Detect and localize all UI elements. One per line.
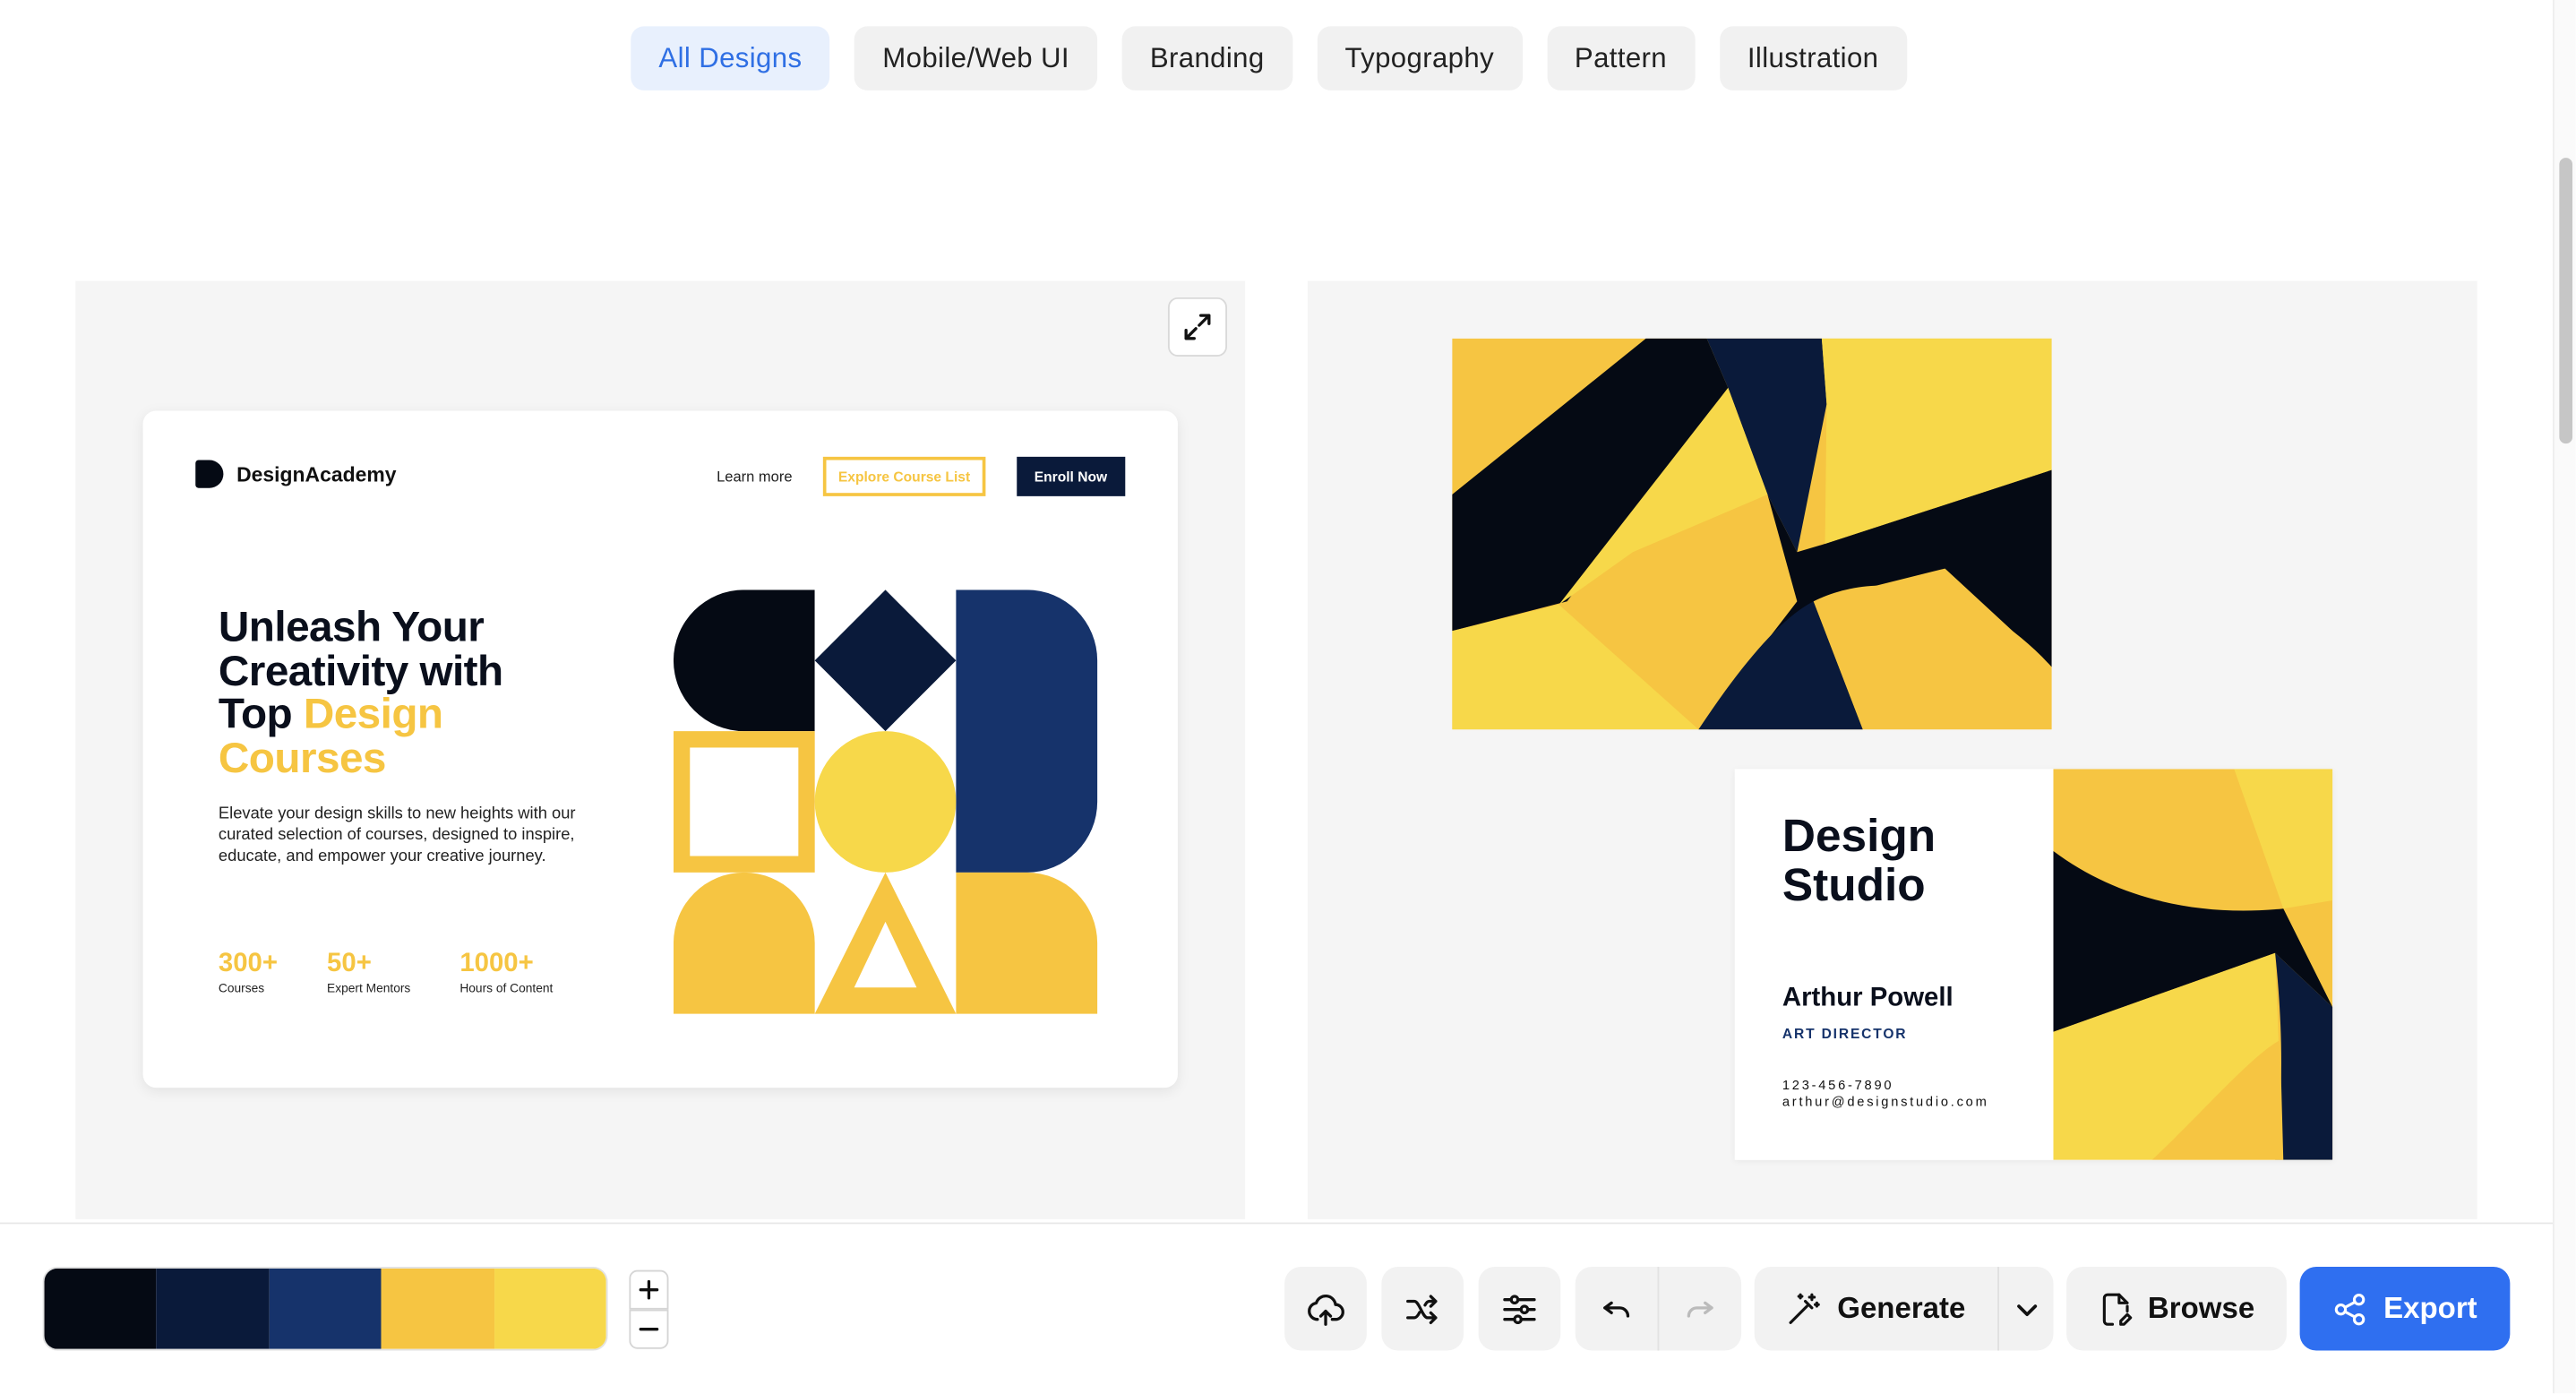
filter-illustration[interactable]: Illustration [1719, 26, 1907, 90]
stat-mentors: 50+ Expert Mentors [327, 950, 410, 995]
app-stage: All Designs Mobile/Web UI Branding Typog… [0, 0, 2576, 1394]
plus-icon [639, 1279, 659, 1300]
color-palette[interactable] [42, 1267, 608, 1351]
card-title: Design Studio [1782, 810, 2045, 911]
card-title-line-2: Studio [1782, 859, 1926, 911]
logo-mark-icon [195, 460, 224, 488]
filter-all-designs[interactable]: All Designs [631, 26, 830, 90]
expand-button[interactable] [1167, 297, 1227, 357]
landing-stats: 300+ Courses 50+ Expert Mentors 1000+ Ho… [219, 950, 553, 995]
browse-label: Browse [2147, 1291, 2255, 1325]
palette-swatch-1[interactable] [44, 1268, 157, 1349]
landing-description: Elevate your design skills to new height… [218, 805, 576, 865]
stat-label: Expert Mentors [327, 980, 411, 996]
cloud-upload-icon [1308, 1294, 1344, 1325]
document-icon [2103, 1292, 2134, 1325]
share-icon [2334, 1293, 2366, 1325]
palette-swatch-2[interactable] [156, 1268, 270, 1349]
filter-branding[interactable]: Branding [1121, 26, 1292, 90]
headline-line-3: Top Design [219, 692, 597, 736]
filter-pattern[interactable]: Pattern [1546, 26, 1696, 90]
headline-line-1: Unleash Your [218, 601, 485, 651]
headline-top: Top [218, 688, 304, 738]
card-pattern [2053, 769, 2333, 1160]
minus-icon [639, 1328, 659, 1331]
landing-brand-name: DesignAcademy [236, 462, 397, 486]
redo-button[interactable] [1659, 1267, 1741, 1351]
stat-number: 300+ [218, 950, 279, 978]
card-person-role: ART DIRECTOR [1782, 1025, 1908, 1042]
stat-label: Hours of Content [459, 980, 554, 996]
headline-line-4: Courses [218, 732, 387, 782]
add-color-button[interactable] [629, 1269, 669, 1310]
expand-icon [1184, 314, 1211, 340]
browse-button[interactable]: Browse [2066, 1267, 2287, 1351]
adjust-button[interactable] [1478, 1267, 1561, 1351]
stat-number: 1000+ [459, 950, 534, 978]
generate-group: Generate [1754, 1267, 2054, 1351]
landing-learn-more: Learn more [717, 468, 793, 486]
generate-label: Generate [1837, 1291, 1966, 1325]
design-preview-landing[interactable]: DesignAcademy Learn more Explore Course … [75, 280, 1246, 1219]
landing-explore-button: Explore Course List [823, 456, 985, 496]
stat-hours: 1000+ Hours of Content [459, 950, 553, 995]
stat-label: Courses [218, 980, 265, 996]
geometric-illustration [673, 589, 1098, 1014]
card-person-name: Arthur Powell [1782, 984, 1953, 1012]
design-preview-business-card[interactable]: Design Studio Arthur Powell ART DIRECTOR… [1307, 280, 2477, 1219]
export-button[interactable]: Export [2299, 1267, 2511, 1351]
filter-mobile-web-ui[interactable]: Mobile/Web UI [854, 26, 1098, 90]
landing-page-mockup: DesignAcademy Learn more Explore Course … [142, 410, 1178, 1089]
page-scrollbar[interactable] [2553, 0, 2576, 1394]
headline-design: Design [303, 688, 443, 738]
undo-button[interactable] [1576, 1267, 1658, 1351]
landing-nav: Learn more Explore Course List Enroll No… [717, 456, 1126, 496]
magic-wand-icon [1790, 1292, 1821, 1324]
chevron-down-icon [2016, 1304, 2037, 1316]
generate-button[interactable]: Generate [1755, 1267, 1997, 1351]
landing-enroll-button: Enroll Now [1016, 456, 1126, 496]
card-phone: 123-456-7890 [1782, 1078, 1894, 1093]
shuffle-icon [1406, 1294, 1438, 1324]
upload-button[interactable] [1284, 1267, 1367, 1351]
generate-options-button[interactable] [1999, 1267, 2054, 1351]
history-controls [1575, 1267, 1742, 1351]
remove-color-button[interactable] [629, 1309, 669, 1349]
stat-courses: 300+ Courses [219, 950, 278, 995]
stat-number: 50+ [327, 950, 372, 978]
export-label: Export [2383, 1291, 2477, 1325]
undo-icon [1603, 1300, 1630, 1317]
redo-icon [1687, 1300, 1713, 1317]
scrollbar-thumb[interactable] [2559, 158, 2573, 444]
business-card-front: Design Studio Arthur Powell ART DIRECTOR… [1734, 769, 2333, 1160]
landing-logo: DesignAcademy [195, 460, 396, 488]
palette-swatch-5[interactable] [494, 1268, 606, 1349]
category-filters: All Designs Mobile/Web UI Branding Typog… [631, 26, 1907, 90]
palette-swatch-4[interactable] [381, 1268, 494, 1349]
filter-typography[interactable]: Typography [1317, 26, 1523, 90]
palette-swatch-3[interactable] [269, 1268, 382, 1349]
landing-headline: Unleash Your Creativity with Top Design … [219, 605, 597, 779]
headline-line-2: Creativity with [218, 644, 503, 694]
sliders-icon [1503, 1294, 1536, 1324]
toolbar-divider [0, 1222, 2554, 1225]
card-email: arthur@designstudio.com [1782, 1094, 1989, 1109]
business-card-back [1452, 338, 2052, 730]
shuffle-button[interactable] [1381, 1267, 1464, 1351]
card-title-line-1: Design [1782, 810, 1936, 862]
